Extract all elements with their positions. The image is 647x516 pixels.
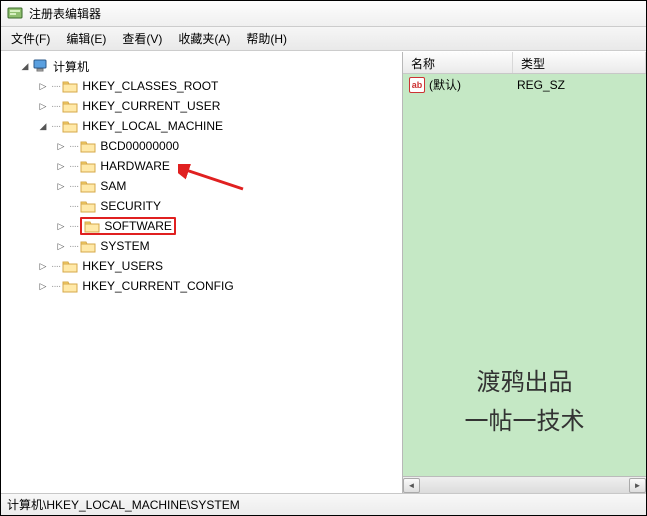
folder-icon	[62, 79, 78, 93]
tree-connector: ····	[51, 101, 60, 112]
window-title: 注册表编辑器	[29, 5, 101, 22]
tree-label: HKEY_CURRENT_USER	[82, 99, 220, 113]
tree-pane[interactable]: ◢ 计算机 ▷ ···· HKEY_CLASSES_ROOT ▷	[1, 52, 403, 493]
tree-hkcr[interactable]: ▷ ···· HKEY_CLASSES_ROOT	[1, 76, 402, 96]
regedit-icon	[7, 6, 23, 22]
tree-root-computer[interactable]: ◢ 计算机	[1, 56, 402, 76]
expander-icon[interactable]: ▷	[37, 80, 49, 92]
tree-hku[interactable]: ▷ ···· HKEY_USERS	[1, 256, 402, 276]
menu-edit[interactable]: 编辑(E)	[58, 27, 114, 50]
watermark-line2: 一帖一技术	[411, 401, 638, 436]
folder-icon	[80, 159, 96, 173]
tree-connector: ····	[69, 181, 78, 192]
tree-connector: ····	[69, 141, 78, 152]
folder-icon	[80, 239, 96, 253]
column-headers: 名称 类型	[403, 52, 646, 74]
tree-software[interactable]: ▷ ···· SOFTWARE	[1, 216, 402, 236]
tree-connector: ····	[69, 221, 78, 232]
tree-sam[interactable]: ▷ ···· SAM	[1, 176, 402, 196]
column-name[interactable]: 名称	[403, 52, 513, 73]
folder-icon	[80, 179, 96, 193]
tree-connector: ····	[69, 161, 78, 172]
tree-label: HKEY_CLASSES_ROOT	[82, 79, 218, 93]
tree-hkcc[interactable]: ▷ ···· HKEY_CURRENT_CONFIG	[1, 276, 402, 296]
watermark-line1: 渡鸦出品	[411, 362, 638, 397]
folder-icon	[84, 219, 100, 233]
column-type[interactable]: 类型	[513, 52, 646, 73]
tree-security[interactable]: ···· SECURITY	[1, 196, 402, 216]
menu-view[interactable]: 查看(V)	[114, 27, 170, 50]
tree-connector: ····	[69, 201, 78, 212]
tree-system[interactable]: ▷ ···· SYSTEM	[1, 236, 402, 256]
computer-icon	[33, 59, 49, 73]
scroll-left-button[interactable]: ◄	[403, 478, 420, 493]
tree-hklm[interactable]: ◢ ···· HKEY_LOCAL_MACHINE	[1, 116, 402, 136]
tree-label: BCD00000000	[100, 139, 179, 153]
tree-label: SECURITY	[100, 199, 161, 213]
tree-connector: ····	[51, 281, 60, 292]
watermark: 渡鸦出品 一帖一技术	[411, 362, 638, 436]
folder-icon	[62, 99, 78, 113]
expander-icon[interactable]: ▷	[55, 220, 67, 232]
menu-file[interactable]: 文件(F)	[3, 27, 58, 50]
expander-icon[interactable]: ▷	[55, 160, 67, 172]
tree-hkcu[interactable]: ▷ ···· HKEY_CURRENT_USER	[1, 96, 402, 116]
tree-label: HKEY_LOCAL_MACHINE	[82, 119, 223, 133]
folder-icon	[80, 139, 96, 153]
folder-icon	[62, 259, 78, 273]
tree-connector: ····	[51, 261, 60, 272]
expander-icon[interactable]: ◢	[37, 120, 49, 132]
expander-spacer	[55, 200, 67, 212]
tree-label: HARDWARE	[100, 159, 170, 173]
status-path: 计算机\HKEY_LOCAL_MACHINE\SYSTEM	[7, 496, 240, 513]
client-area: ◢ 计算机 ▷ ···· HKEY_CLASSES_ROOT ▷	[1, 51, 646, 493]
menu-bar: 文件(F) 编辑(E) 查看(V) 收藏夹(A) 帮助(H)	[1, 27, 646, 51]
expander-icon[interactable]: ▷	[37, 100, 49, 112]
tree-connector: ····	[51, 121, 60, 132]
title-bar: 注册表编辑器	[1, 1, 646, 27]
tree-label: 计算机	[53, 58, 89, 75]
folder-icon	[80, 199, 96, 213]
status-bar: 计算机\HKEY_LOCAL_MACHINE\SYSTEM	[1, 493, 646, 515]
tree-label: SOFTWARE	[104, 219, 172, 233]
value-list[interactable]: ab (默认) REG_SZ 渡鸦出品 一帖一技术	[403, 74, 646, 476]
value-pane: 名称 类型 ab (默认) REG_SZ 渡鸦出品 一帖一技术 ◄ ►	[403, 52, 646, 493]
value-type: REG_SZ	[517, 78, 642, 92]
expander-icon[interactable]: ◢	[19, 60, 31, 72]
expander-icon[interactable]: ▷	[55, 140, 67, 152]
folder-icon	[62, 119, 78, 133]
annotation-highlight: SOFTWARE	[80, 217, 176, 235]
string-value-icon: ab	[409, 77, 425, 93]
value-name: (默认)	[429, 76, 461, 93]
tree-label: SYSTEM	[100, 239, 149, 253]
menu-help[interactable]: 帮助(H)	[238, 27, 295, 50]
list-row[interactable]: ab (默认) REG_SZ	[403, 74, 646, 95]
tree-label: HKEY_USERS	[82, 259, 163, 273]
expander-icon[interactable]: ▷	[55, 240, 67, 252]
tree-bcd[interactable]: ▷ ···· BCD00000000	[1, 136, 402, 156]
menu-favorites[interactable]: 收藏夹(A)	[170, 27, 238, 50]
horizontal-scrollbar[interactable]: ◄ ►	[403, 476, 646, 493]
expander-icon[interactable]: ▷	[55, 180, 67, 192]
tree-connector: ····	[69, 241, 78, 252]
tree-connector: ····	[51, 81, 60, 92]
expander-icon[interactable]: ▷	[37, 260, 49, 272]
tree-label: SAM	[100, 179, 126, 193]
folder-icon	[62, 279, 78, 293]
tree-label: HKEY_CURRENT_CONFIG	[82, 279, 233, 293]
expander-icon[interactable]: ▷	[37, 280, 49, 292]
tree-hardware[interactable]: ▷ ···· HARDWARE	[1, 156, 402, 176]
scroll-right-button[interactable]: ►	[629, 478, 646, 493]
